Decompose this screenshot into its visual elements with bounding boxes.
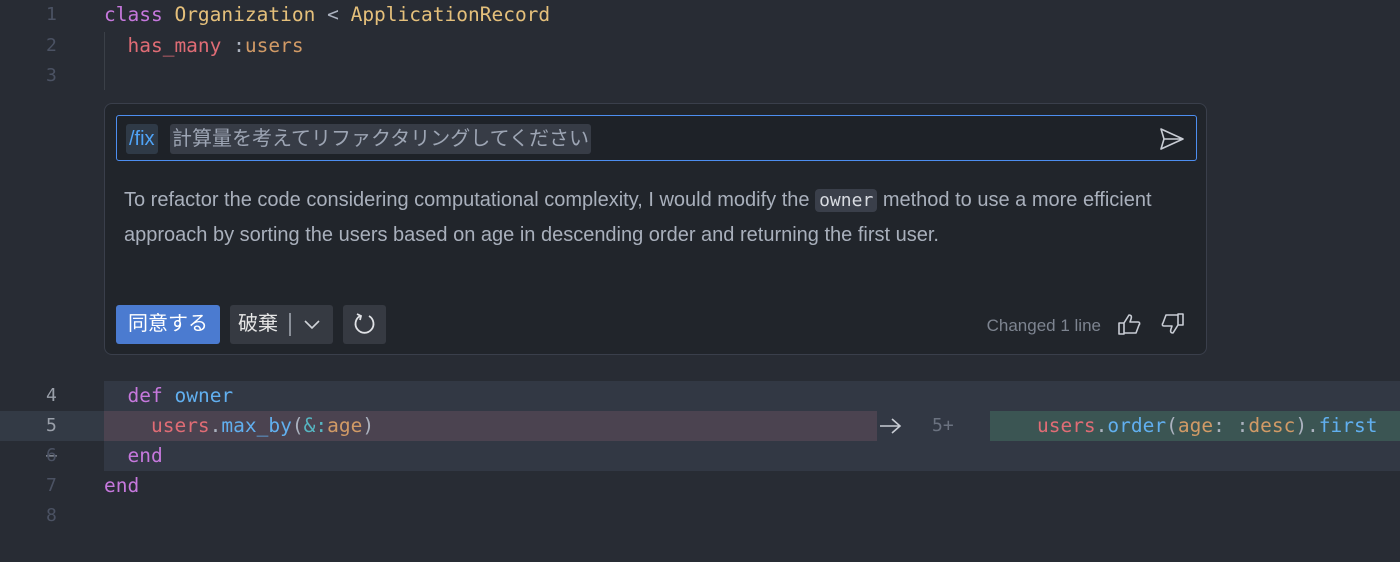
code-token: age — [1177, 414, 1214, 437]
code-token: ( — [1166, 414, 1178, 437]
code-token: users — [1036, 414, 1096, 437]
code-token: has_many — [127, 34, 222, 57]
code-token: &: — [303, 414, 328, 437]
code-line[interactable]: users.max_by(&:age) — [104, 411, 374, 441]
code-token: . — [209, 414, 222, 437]
line-number: 5— — [46, 415, 57, 466]
arrow-right-icon — [880, 418, 902, 434]
code-token: end — [127, 444, 163, 467]
line-number: 7 — [46, 475, 57, 496]
code-token: users — [244, 34, 304, 57]
code-token: desc — [1248, 414, 1296, 437]
changed-lines-status: Changed 1 line — [986, 316, 1101, 335]
code-line[interactable]: has_many :users — [104, 31, 304, 61]
refresh-icon — [354, 313, 375, 334]
line-number: 8 — [46, 505, 57, 526]
code-line[interactable]: end — [104, 441, 163, 471]
line-number: 6 — [46, 445, 57, 466]
added-line-number: 5+ — [932, 415, 954, 436]
code-token: max_by — [221, 414, 292, 437]
code-token: order — [1107, 414, 1167, 437]
regenerate-button[interactable] — [343, 305, 386, 344]
code-line[interactable]: class Organization < ApplicationRecord — [104, 0, 550, 30]
code-token: ApplicationRecord — [350, 3, 551, 26]
chat-input[interactable]: /fix 計算量を考えてリファクタリングしてください — [116, 115, 1197, 161]
line-number: 2 — [46, 35, 57, 56]
code-token: ) — [362, 414, 375, 437]
code-token: owner — [174, 384, 234, 407]
code-token: class — [104, 3, 175, 26]
code-token: . — [1095, 414, 1108, 437]
thumbs-down-icon[interactable] — [1158, 311, 1186, 337]
code-token: < — [315, 3, 351, 26]
discard-button[interactable]: 破棄 — [230, 305, 333, 344]
code-token: : : — [1213, 414, 1249, 437]
slash-command: /fix — [126, 124, 158, 154]
code-line[interactable]: def owner — [104, 381, 233, 411]
line-number: 1 — [46, 4, 57, 25]
response-text: To refactor the code considering computa… — [124, 189, 1152, 246]
discard-label: 破棄 — [238, 313, 278, 335]
line-number: 3 — [46, 65, 57, 86]
inline-chat-widget: /fix 計算量を考えてリファクタリングしてください To refactor t… — [104, 103, 1207, 355]
code-token: def — [127, 384, 163, 407]
code-token: ). — [1295, 414, 1319, 437]
code-token: ( — [291, 414, 304, 437]
chevron-down-icon[interactable] — [300, 305, 324, 344]
accept-button[interactable]: 同意する — [116, 305, 220, 344]
code-token: end — [104, 474, 140, 497]
inline-code: owner — [815, 189, 878, 212]
code-token: first — [1318, 414, 1378, 437]
code-token: users — [150, 414, 210, 437]
send-icon[interactable] — [1158, 126, 1186, 152]
code-line[interactable]: end — [104, 471, 139, 501]
prompt-text: 計算量を考えてリファクタリングしてください — [170, 124, 591, 154]
code-token: Organization — [174, 3, 316, 26]
thumbs-up-icon[interactable] — [1116, 311, 1144, 337]
code-token: age — [327, 414, 363, 437]
code-token: : — [221, 34, 245, 57]
line-number: 4 — [46, 385, 57, 406]
added-code-line: users.order(age: :desc).first — [990, 411, 1378, 441]
